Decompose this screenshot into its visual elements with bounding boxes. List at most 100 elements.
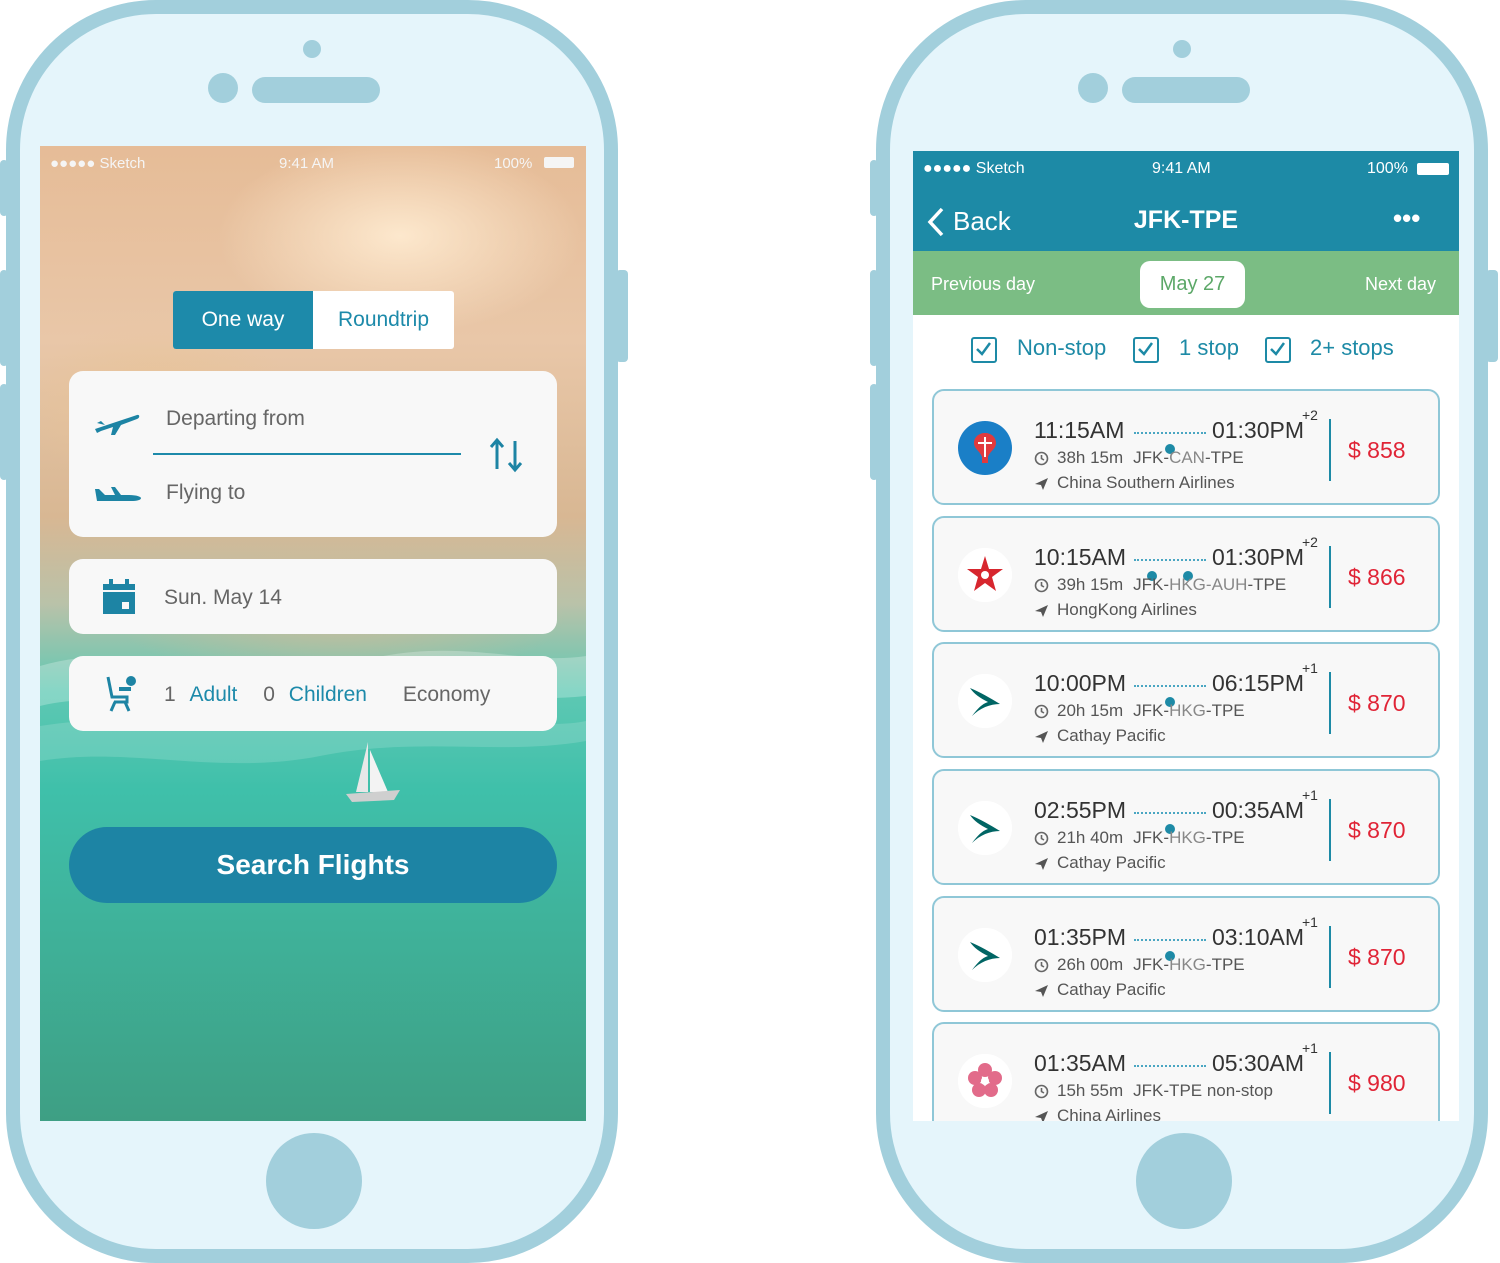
checkbox-two-plus-stops[interactable] (1265, 337, 1291, 363)
front-sensor (1078, 73, 1108, 103)
swap-arrows-icon[interactable] (487, 435, 527, 475)
carrier-label: ●●●●● Sketch (50, 155, 146, 172)
arrive-time: 05:30AM (1211, 1050, 1304, 1076)
filter-non-stop[interactable]: Non-stop (971, 335, 1121, 367)
route-suffix: -TPE (1204, 448, 1244, 467)
plane-icon (1035, 478, 1048, 491)
price-divider (1329, 546, 1331, 608)
plane-icon (1035, 1111, 1048, 1121)
children-label[interactable]: Children (289, 683, 367, 706)
route-stopover: HKG (1169, 955, 1206, 974)
travel-date: Sun. May 14 (164, 586, 282, 609)
flight-price: $ 858 (1348, 437, 1406, 463)
next-day-button[interactable]: Next day (1365, 274, 1436, 295)
hongkong-airlines-logo (958, 548, 1012, 602)
duration-route: 15h 55m JFK-TPE non-stop (1034, 1081, 1273, 1101)
flight-card[interactable]: 02:55PM 00:35AM +1 21h 40m JFK-HKG-TPE Cathay… (932, 769, 1440, 885)
speaker-grille (252, 77, 380, 103)
cathay-pacific-logo (958, 674, 1012, 728)
duration-route: 38h 15m JFK-CAN-TPE (1034, 448, 1244, 468)
passengers-card[interactable]: 1 Adult 0 Children Economy (69, 656, 557, 731)
airline-row: Cathay Pacific (1034, 853, 1166, 873)
cabin-class[interactable]: Economy (403, 683, 491, 706)
duration: 39h 15m (1057, 575, 1124, 594)
camera-dot (1173, 40, 1191, 58)
results-screen: ●●●●● Sketch 9:41 AM 100% Back JFK-TPE •… (913, 151, 1459, 1121)
passenger-summary: 1 Adult 0 Children Economy (164, 683, 490, 707)
checkbox-non-stop[interactable] (971, 337, 997, 363)
flight-card[interactable]: 01:35PM 03:10AM +1 26h 00m JFK-HKG-TPE Cathay… (932, 896, 1440, 1012)
airline-name: Cathay Pacific (1057, 853, 1166, 872)
duration: 20h 15m (1057, 701, 1124, 720)
flying-to-field[interactable]: Flying to (166, 481, 245, 505)
clock-icon (1034, 1084, 1049, 1099)
arrive-time: 01:30PM (1211, 544, 1304, 570)
battery-icon (1417, 163, 1449, 175)
more-options-button[interactable]: ••• (1393, 203, 1420, 234)
one-way-tab[interactable]: One way (173, 291, 313, 349)
price-divider (1329, 672, 1331, 734)
route-line (1134, 1065, 1206, 1067)
flight-card[interactable]: 01:35AM 05:30AM +1 15h 55m JFK-TPE non-stop C… (932, 1022, 1440, 1121)
route-prefix: JFK- (1133, 448, 1170, 467)
depart-time: 10:15AM (1034, 544, 1127, 570)
date-card[interactable]: Sun. May 14 (69, 559, 557, 634)
duration: 15h 55m (1057, 1081, 1124, 1100)
depart-time: 02:55PM (1034, 797, 1127, 823)
battery-percent: 100% (1367, 160, 1408, 177)
status-bar: ●●●●● Sketch 9:41 AM 100% (913, 151, 1459, 185)
departing-from-field[interactable]: Departing from (166, 407, 305, 431)
filter-two-plus-stops[interactable]: 2+ stops (1265, 335, 1415, 367)
flight-price: $ 980 (1348, 1070, 1406, 1096)
home-button[interactable] (1136, 1133, 1232, 1229)
search-screen: ●●●●● Sketch 9:41 AM 100% One way Roundt… (40, 146, 586, 1121)
flight-card[interactable]: 11:15AM 01:30PM +2 38h 15m JFK-CAN-TPE China … (932, 389, 1440, 505)
price-divider (1329, 799, 1331, 861)
clock-icon (1034, 451, 1049, 466)
flight-price: $ 866 (1348, 564, 1406, 590)
depart-time: 01:35PM (1034, 924, 1127, 950)
side-button-power (1486, 270, 1498, 362)
airline-name: HongKong Airlines (1057, 600, 1197, 619)
front-sensor (208, 73, 238, 103)
flight-price: $ 870 (1348, 817, 1406, 843)
seat-icon (106, 676, 136, 712)
arrive-time: 06:15PM (1211, 670, 1304, 696)
price-divider (1329, 926, 1331, 988)
filter-one-stop[interactable]: 1 stop (1133, 335, 1253, 367)
checkmark-icon (976, 342, 992, 356)
day-navigation-bar: Previous day May 27 Next day (913, 251, 1459, 315)
china-airlines-logo (958, 1054, 1012, 1108)
route-line (1134, 812, 1206, 834)
navigation-bar: ●●●●● Sketch 9:41 AM 100% Back JFK-TPE •… (913, 151, 1459, 251)
duration-route: 39h 15m JFK-HKG-AUH-TPE (1034, 575, 1286, 595)
flight-card[interactable]: 10:00PM 06:15PM +1 20h 15m JFK-HKG-TPE Cathay… (932, 642, 1440, 758)
previous-day-button[interactable]: Previous day (931, 274, 1035, 295)
plane-icon (1035, 858, 1048, 871)
route-prefix: JFK- (1133, 575, 1170, 594)
speaker-grille (1122, 77, 1250, 103)
arrive-time: 00:35AM (1211, 797, 1304, 823)
route-line (1134, 939, 1206, 961)
day-offset: +1 (1302, 787, 1318, 803)
home-button[interactable] (266, 1133, 362, 1229)
current-day-chip[interactable]: May 27 (1140, 261, 1245, 308)
search-flights-button[interactable]: Search Flights (69, 827, 557, 903)
side-button-power (616, 270, 628, 362)
flight-price: $ 870 (1348, 944, 1406, 970)
clock-icon (1034, 578, 1049, 593)
plane-icon (1035, 605, 1048, 618)
duration-route: 26h 00m JFK-HKG-TPE (1034, 955, 1245, 975)
route-prefix: JFK- (1133, 955, 1170, 974)
filter-label: Non-stop (1017, 335, 1107, 360)
checkbox-one-stop[interactable] (1133, 337, 1159, 363)
depart-time: 10:00PM (1034, 670, 1127, 696)
airline-row: China Southern Airlines (1034, 473, 1235, 493)
flight-card[interactable]: 10:15AM 01:30PM +2 39h 15m JFK-HKG-AUH-TPE Ho… (932, 516, 1440, 632)
status-bar: ●●●●● Sketch 9:41 AM 100% (40, 146, 586, 180)
duration: 21h 40m (1057, 828, 1124, 847)
flight-times: 10:15AM 01:30PM (1034, 544, 1324, 581)
roundtrip-tab[interactable]: Roundtrip (313, 291, 454, 349)
adult-label[interactable]: Adult (190, 683, 238, 706)
cathay-pacific-logo (958, 928, 1012, 982)
